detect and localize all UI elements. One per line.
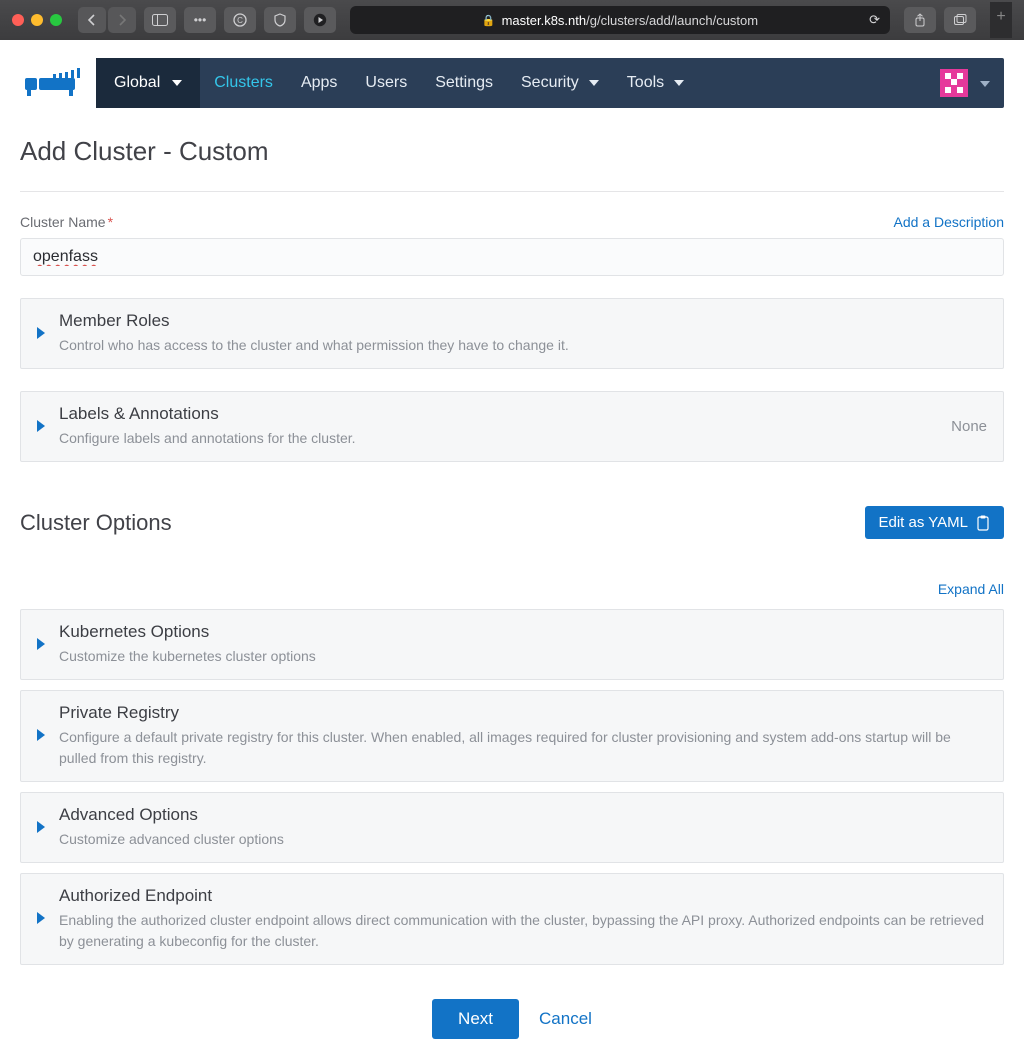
- sidebar-toggle-icon[interactable]: [144, 7, 176, 33]
- accordion-advanced-options[interactable]: Advanced Options Customize advanced clus…: [20, 792, 1004, 863]
- accordion-desc: Configure labels and annotations for the…: [59, 428, 937, 449]
- nav-item-clusters[interactable]: Clusters: [200, 74, 287, 92]
- accordion-kubernetes-options[interactable]: Kubernetes Options Customize the kuberne…: [20, 609, 1004, 680]
- accordion-title: Labels & Annotations: [59, 404, 937, 424]
- accordion-desc: Customize advanced cluster options: [59, 829, 987, 850]
- accordion-title: Authorized Endpoint: [59, 886, 987, 906]
- accordion-desc: Control who has access to the cluster an…: [59, 335, 987, 356]
- required-asterisk-icon: *: [108, 214, 113, 230]
- reload-icon[interactable]: ⟳: [869, 12, 880, 28]
- shield-icon[interactable]: [264, 7, 296, 33]
- tabs-icon[interactable]: [944, 7, 976, 33]
- caret-right-icon: [37, 637, 45, 653]
- accordion-value: None: [951, 418, 987, 435]
- next-button[interactable]: Next: [432, 999, 519, 1039]
- caret-right-icon: [37, 728, 45, 744]
- caret-right-icon: [37, 820, 45, 836]
- clipboard-icon: [976, 515, 990, 531]
- caret-right-icon: [37, 419, 45, 435]
- expand-all-link[interactable]: Expand All: [938, 581, 1004, 597]
- maximize-window-icon[interactable]: [50, 14, 62, 26]
- cluster-name-label: Cluster Name*: [20, 214, 113, 230]
- edit-as-yaml-button[interactable]: Edit as YAML: [865, 506, 1005, 539]
- svg-text:C: C: [237, 16, 243, 25]
- window-controls: [12, 14, 62, 26]
- nav-global-dropdown[interactable]: Global: [96, 58, 200, 108]
- page-title: Add Cluster - Custom: [20, 136, 1004, 167]
- cluster-name-input[interactable]: [20, 238, 1004, 276]
- cancel-button[interactable]: Cancel: [539, 999, 592, 1039]
- close-window-icon[interactable]: [12, 14, 24, 26]
- rancher-logo-icon[interactable]: [20, 58, 90, 106]
- add-description-link[interactable]: Add a Description: [893, 214, 1004, 230]
- divider: [20, 191, 1004, 192]
- accordion-member-roles[interactable]: Member Roles Control who has access to t…: [20, 298, 1004, 369]
- nav-item-apps[interactable]: Apps: [287, 74, 351, 92]
- share-icon[interactable]: [904, 7, 936, 33]
- caret-right-icon: [37, 326, 45, 342]
- caret-right-icon: [37, 911, 45, 927]
- url-bar[interactable]: 🔒 master.k8s.nth/g/clusters/add/launch/c…: [350, 6, 890, 34]
- nav-item-tools[interactable]: Tools: [613, 74, 698, 92]
- browser-chrome: ••• C 🔒 master.k8s.nth/g/clusters/add/la…: [0, 0, 1024, 40]
- accordion-desc: Customize the kubernetes cluster options: [59, 646, 987, 667]
- nav-bar: Global Clusters Apps Users Settings Secu…: [96, 58, 1004, 108]
- accordion-title: Advanced Options: [59, 805, 987, 825]
- forward-button[interactable]: [108, 7, 136, 33]
- accordion-private-registry[interactable]: Private Registry Configure a default pri…: [20, 690, 1004, 782]
- new-tab-button[interactable]: +: [990, 2, 1012, 38]
- accordion-title: Kubernetes Options: [59, 622, 987, 642]
- user-menu-caret-icon[interactable]: [976, 76, 990, 90]
- more-icon[interactable]: •••: [184, 7, 216, 33]
- nav-item-security[interactable]: Security: [507, 74, 613, 92]
- lock-icon: 🔒: [482, 14, 496, 27]
- app-nav: Global Clusters Apps Users Settings Secu…: [0, 40, 1024, 108]
- accordion-authorized-endpoint[interactable]: Authorized Endpoint Enabling the authori…: [20, 873, 1004, 965]
- play-icon[interactable]: [304, 7, 336, 33]
- accordion-title: Member Roles: [59, 311, 987, 331]
- accordion-labels-annotations[interactable]: Labels & Annotations Configure labels an…: [20, 391, 1004, 462]
- accordion-desc: Enabling the authorized cluster endpoint…: [59, 910, 987, 952]
- user-avatar-icon[interactable]: [940, 69, 968, 97]
- back-button[interactable]: [78, 7, 106, 33]
- nav-item-settings[interactable]: Settings: [421, 74, 507, 92]
- cluster-options-heading: Cluster Options: [20, 510, 172, 536]
- extension-c-icon[interactable]: C: [224, 7, 256, 33]
- accordion-title: Private Registry: [59, 703, 987, 723]
- url-text: master.k8s.nth/g/clusters/add/launch/cus…: [502, 13, 759, 28]
- accordion-desc: Configure a default private registry for…: [59, 727, 987, 769]
- nav-item-users[interactable]: Users: [351, 74, 421, 92]
- minimize-window-icon[interactable]: [31, 14, 43, 26]
